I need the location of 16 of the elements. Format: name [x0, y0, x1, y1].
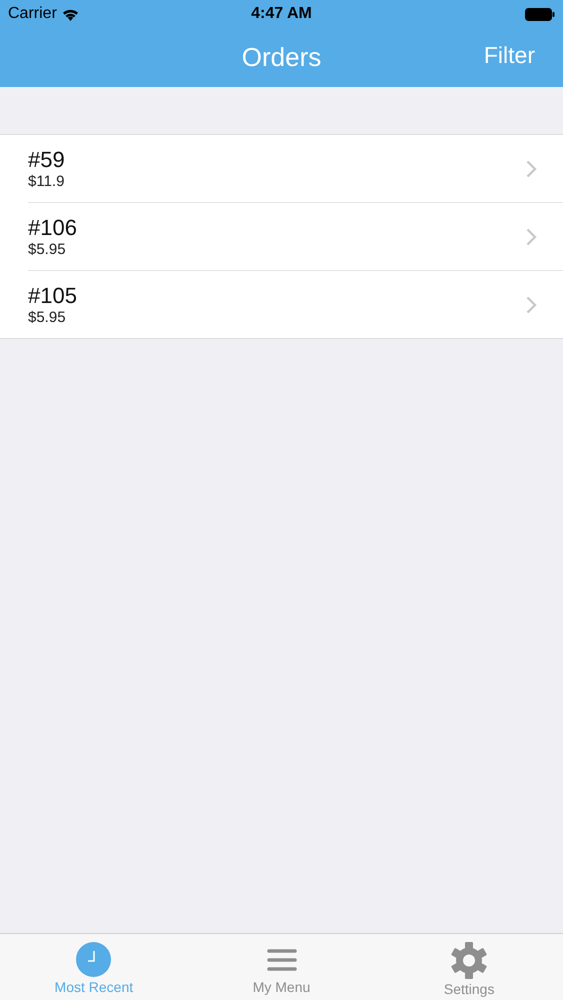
order-row[interactable]: #106 $5.95	[28, 202, 563, 270]
filter-button[interactable]: Filter	[484, 42, 535, 69]
tab-item[interactable]: My Menu	[188, 934, 376, 1000]
carrier-label: Carrier	[8, 5, 57, 23]
nav-title: Orders	[242, 42, 322, 73]
tab-item[interactable]: Settings	[375, 934, 563, 1000]
order-number: #106	[28, 215, 78, 241]
order-price: $11.9	[28, 173, 66, 190]
order-number: #59	[28, 147, 66, 173]
order-row[interactable]: #105 $5.95	[28, 270, 563, 338]
order-price: $5.95	[28, 241, 67, 258]
order-row[interactable]: #59 $11.9	[0, 135, 563, 202]
tab-item[interactable]: Most Recent	[0, 934, 188, 1000]
status-time: 4:47 AM	[251, 5, 312, 22]
order-number: #105	[28, 283, 78, 309]
order-price: $5.95	[28, 309, 67, 326]
